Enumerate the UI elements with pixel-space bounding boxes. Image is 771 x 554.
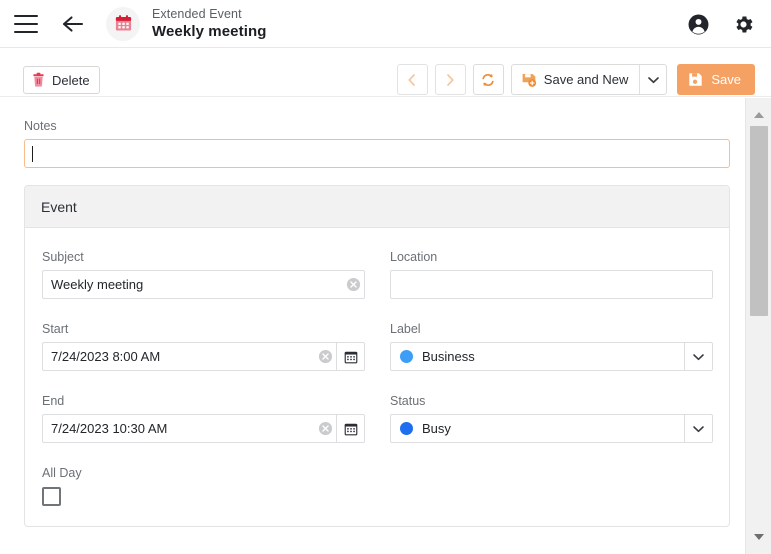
status-select-label: Status [390,394,426,408]
action-toolbar: Delete Save and New Save [0,49,771,97]
save-button-label: Save [711,72,741,87]
all-day-field: All Day [42,466,242,506]
event-panel-title: Event [25,186,729,228]
save-disk-icon [689,73,703,86]
chevron-down-icon [648,76,659,83]
end-value: 7/24/2023 10:30 AM [51,421,168,436]
save-options-dropdown-arrow[interactable] [639,65,666,94]
scroll-up-arrow-icon[interactable] [746,104,771,126]
event-editor-window: Extended Event Weekly meeting Delete Sav… [0,0,771,554]
subject-input[interactable]: Weekly meeting [42,270,365,299]
notes-input[interactable] [24,139,730,168]
refresh-icon [482,73,494,86]
back-arrow-icon[interactable] [60,11,86,37]
start-input[interactable]: 7/24/2023 8:00 AM [42,342,365,371]
end-input[interactable]: 7/24/2023 10:30 AM [42,414,365,443]
subject-label: Subject [42,250,84,264]
avatar [106,6,140,41]
location-label: Location [390,250,438,264]
subject-field: Subject Weekly meeting [42,250,365,299]
scrollbar-thumb[interactable] [750,126,768,316]
start-label: Start [42,322,69,336]
all-day-label: All Day [42,466,82,480]
page-subtitle: Extended Event [152,6,242,21]
save-and-new-button[interactable]: Save and New [512,65,640,94]
next-record-button[interactable] [434,64,466,95]
status-select[interactable]: Busy [390,414,713,443]
notes-label: Notes [24,119,57,133]
clear-circle-icon[interactable] [342,277,364,292]
status-field: Status Busy [390,394,713,443]
label-select-value: Business [422,349,475,364]
start-field: Start 7/24/2023 8:00 AM [42,322,365,371]
subject-value: Weekly meeting [51,277,144,292]
previous-record-button[interactable] [396,64,428,95]
end-field: End 7/24/2023 10:30 AM [42,394,365,443]
save-and-new-label: Save and New [543,72,629,87]
clear-circle-icon[interactable] [314,421,336,436]
text-caret [32,145,33,162]
clear-circle-icon[interactable] [314,349,336,364]
calendar-icon [115,15,131,31]
chevron-right-icon [447,73,454,86]
all-day-checkbox[interactable] [42,487,61,506]
calendar-picker-icon[interactable] [336,415,364,442]
save-button[interactable]: Save [677,64,755,95]
hamburger-icon[interactable] [14,14,38,33]
event-panel: Event Subject Weekly meeting Location St… [24,185,730,527]
app-header: Extended Event Weekly meeting [0,0,771,48]
page-title-text: Weekly meeting [152,23,267,41]
scroll-down-arrow-icon[interactable] [746,526,771,548]
toolbar-right-group: Save and New Save [396,64,755,95]
label-select[interactable]: Business [390,342,713,371]
page-title: Extended Event Weekly meeting [152,7,267,41]
gear-icon[interactable] [732,13,755,36]
delete-button-label: Delete [52,72,90,88]
save-and-new-split-button: Save and New [510,64,668,95]
delete-button[interactable]: Delete [23,66,100,94]
status-color-dot [400,422,413,435]
label-field: Label Business [390,322,713,371]
location-field: Location [390,250,713,299]
trash-icon [33,72,44,87]
start-value: 7/24/2023 8:00 AM [51,349,161,364]
save-add-icon [522,73,536,87]
chevron-left-icon [408,73,416,86]
location-input[interactable] [390,270,713,299]
header-actions [687,0,755,48]
vertical-scrollbar[interactable] [745,98,771,554]
form-content: Notes Event Subject Weekly meeting Locat… [0,98,745,554]
account-circle-icon[interactable] [687,13,710,36]
refresh-button[interactable] [472,64,504,95]
label-select-label: Label [390,322,421,336]
event-panel-body: Subject Weekly meeting Location Start 7/… [25,228,729,526]
chevron-down-icon[interactable] [684,415,712,442]
end-label: End [42,394,65,408]
label-color-dot [400,350,413,363]
chevron-down-icon[interactable] [684,343,712,370]
calendar-picker-icon[interactable] [336,343,364,370]
status-select-value: Busy [422,421,451,436]
